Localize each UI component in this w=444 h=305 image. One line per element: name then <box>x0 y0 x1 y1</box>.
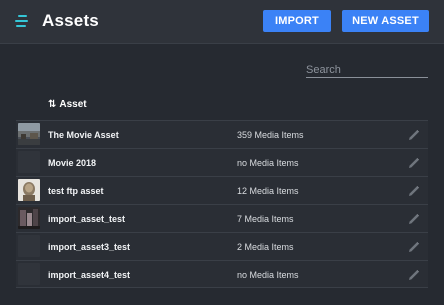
media-count: no Media Items <box>237 158 299 168</box>
empty-thumbnail <box>18 235 40 257</box>
pencil-icon[interactable] <box>408 213 420 225</box>
asset-name: The Movie Asset <box>48 130 119 140</box>
media-count: 359 Media Items <box>237 130 304 140</box>
media-count: 12 Media Items <box>237 186 299 196</box>
empty-thumbnail <box>18 151 40 173</box>
search-field <box>306 60 428 79</box>
column-header-label: Asset <box>59 99 87 110</box>
asset-column-header[interactable]: ⇅ Asset <box>48 99 87 110</box>
pencil-icon[interactable] <box>408 157 420 169</box>
asset-list: The Movie Asset 359 Media Items Movie 20… <box>16 120 428 288</box>
import-button[interactable]: IMPORT <box>263 10 331 32</box>
table-row[interactable]: import_asset3_test 2 Media Items <box>16 232 428 260</box>
pencil-icon[interactable] <box>408 129 420 141</box>
page-title: Assets <box>42 11 99 30</box>
menu-icon[interactable] <box>15 15 29 27</box>
empty-thumbnail <box>18 263 40 285</box>
pencil-icon[interactable] <box>408 269 420 281</box>
asset-name: Movie 2018 <box>48 158 97 168</box>
table-row[interactable]: The Movie Asset 359 Media Items <box>16 120 428 148</box>
table-row[interactable]: import_asset_test 7 Media Items <box>16 204 428 232</box>
new-asset-button[interactable]: NEW ASSET <box>342 10 429 32</box>
asset-name: import_asset_test <box>48 214 126 224</box>
asset-name: import_asset3_test <box>48 242 131 252</box>
table-row[interactable]: Movie 2018 no Media Items <box>16 148 428 176</box>
table-row[interactable]: import_asset4_test no Media Items <box>16 260 428 288</box>
media-count: no Media Items <box>237 270 299 280</box>
scene-thumbnail <box>18 207 40 229</box>
pencil-icon[interactable] <box>408 241 420 253</box>
movie-thumbnail <box>18 123 40 145</box>
assets-app: Assets IMPORT NEW ASSET ⇅ Asset The Movi… <box>0 0 444 305</box>
top-bar: Assets IMPORT NEW ASSET <box>0 0 444 44</box>
table-row[interactable]: test ftp asset 12 Media Items <box>16 176 428 204</box>
search-input[interactable] <box>306 61 428 79</box>
asset-name: test ftp asset <box>48 186 104 196</box>
sort-icon: ⇅ <box>48 99 57 110</box>
media-count: 7 Media Items <box>237 214 294 224</box>
media-count: 2 Media Items <box>237 242 294 252</box>
asset-name: import_asset4_test <box>48 270 131 280</box>
portrait-thumbnail <box>18 179 40 201</box>
pencil-icon[interactable] <box>408 185 420 197</box>
